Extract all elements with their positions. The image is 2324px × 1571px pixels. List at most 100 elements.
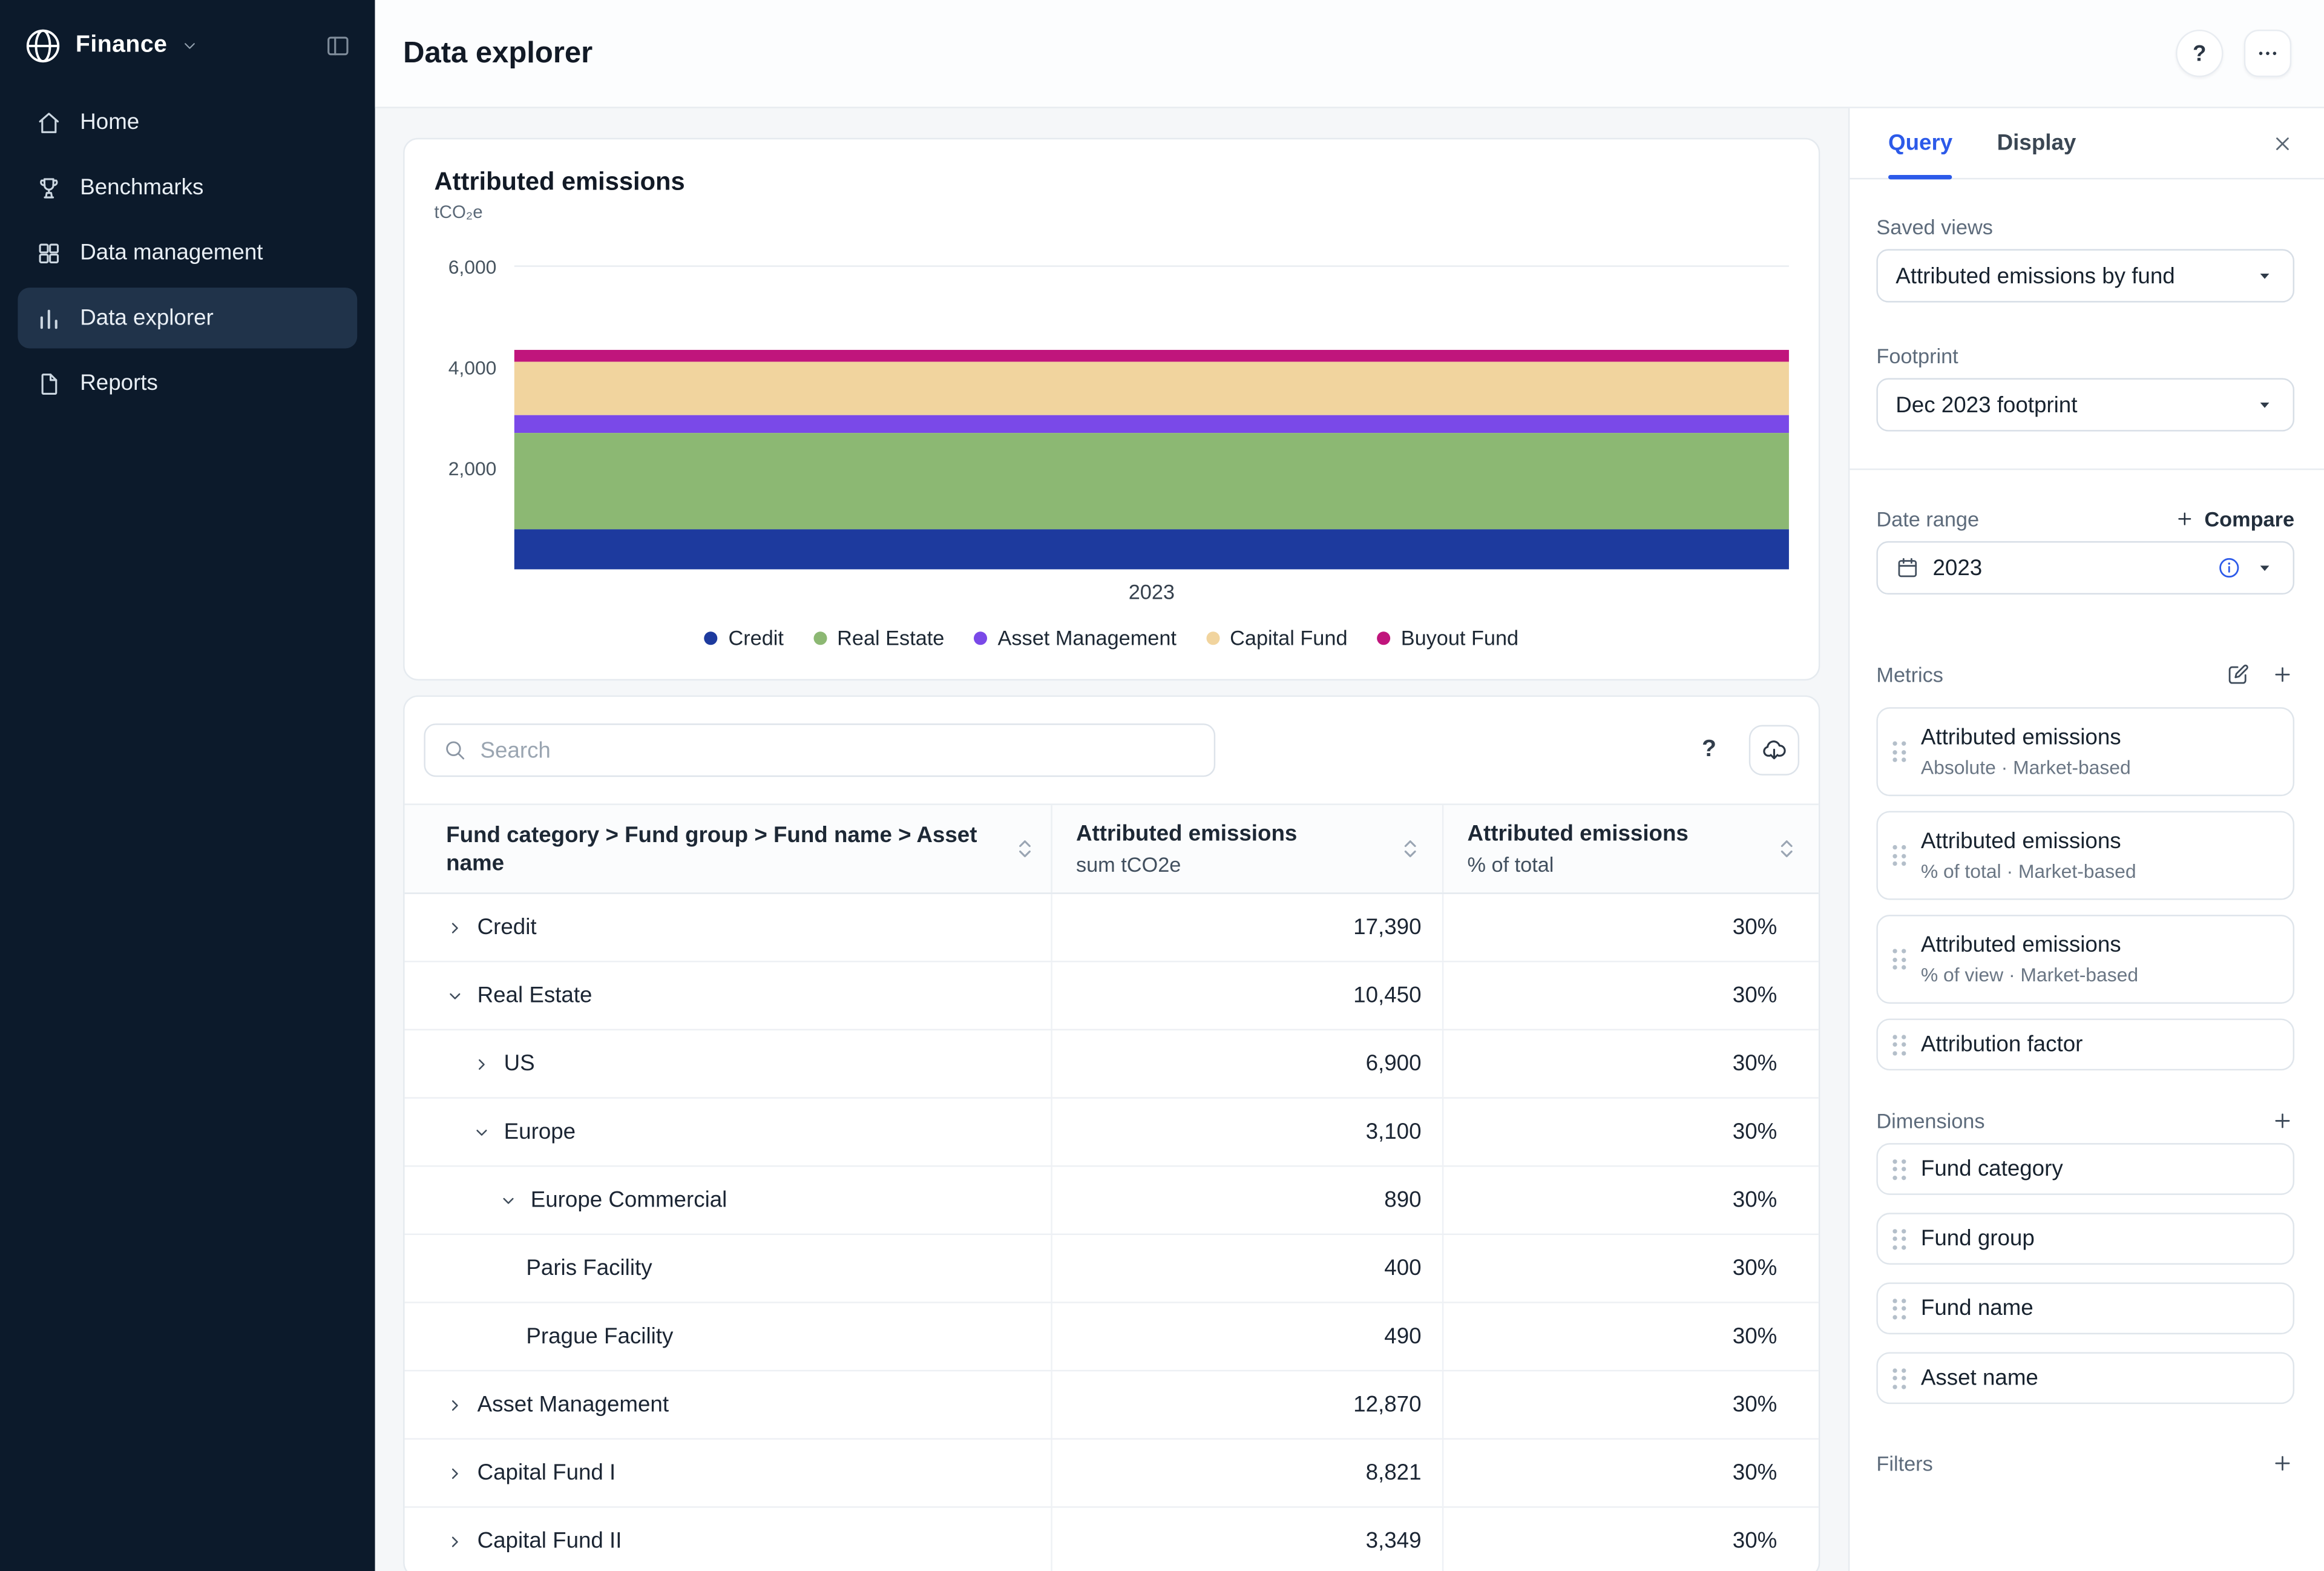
footprint-select[interactable]: Dec 2023 footprint <box>1876 378 2294 431</box>
table-row[interactable]: Credit17,39030% <box>405 894 1819 963</box>
legend-item[interactable]: Capital Fund <box>1206 625 1348 649</box>
edit-metrics-icon[interactable] <box>2226 663 2250 687</box>
add-metric-icon[interactable] <box>2271 663 2294 687</box>
table-row: Paris Facility40030% <box>405 1235 1819 1303</box>
compare-label: Compare <box>2204 507 2294 531</box>
dimension-card[interactable]: Fund name <box>1876 1282 2294 1334</box>
chevron-right-icon[interactable] <box>446 1396 464 1414</box>
dimension-card[interactable]: Fund category <box>1876 1143 2294 1195</box>
chevron-right-icon[interactable] <box>446 1532 464 1550</box>
row-value-sum: 400 <box>1051 1235 1442 1302</box>
chevron-down-icon[interactable] <box>473 1123 490 1141</box>
bar-segment-buyout-fund <box>514 350 1789 363</box>
tab-display[interactable]: Display <box>1997 108 2076 178</box>
metric-card[interactable]: Attributed emissions% of view · Market-b… <box>1876 915 2294 1004</box>
legend-item[interactable]: Real Estate <box>813 625 944 649</box>
chevron-down-icon[interactable] <box>446 987 464 1004</box>
bar-segment-real-estate <box>514 433 1789 529</box>
drag-handle-icon[interactable] <box>1892 845 1906 866</box>
table-help-button[interactable]: ? <box>1702 737 1716 763</box>
workspace-switcher[interactable]: Finance <box>0 0 375 65</box>
filters-section: Filters <box>1876 1452 2294 1475</box>
export-button[interactable] <box>1749 725 1799 776</box>
drag-handle-icon[interactable] <box>1892 1298 1906 1319</box>
sidebar-item-label: Data explorer <box>80 305 214 331</box>
table-row[interactable]: Europe Commercial89030% <box>405 1167 1819 1235</box>
table-row[interactable]: Real Estate10,45030% <box>405 962 1819 1030</box>
sort-icon[interactable] <box>1779 838 1795 860</box>
sort-icon[interactable] <box>1402 838 1419 860</box>
benchmarks-icon <box>36 174 62 201</box>
data-management-icon <box>36 240 62 266</box>
legend-item[interactable]: Credit <box>704 625 784 649</box>
date-range-select[interactable]: 2023 <box>1876 541 2294 594</box>
saved-views-select[interactable]: Attributed emissions by fund <box>1876 249 2294 302</box>
row-value-pct: 30% <box>1442 1303 1819 1370</box>
drag-handle-icon[interactable] <box>1892 1228 1906 1249</box>
drag-handle-icon[interactable] <box>1892 1034 1906 1055</box>
column-title: Fund category > Fund group > Fund name >… <box>446 821 1005 877</box>
table-row[interactable]: Asset Management12,87030% <box>405 1371 1819 1440</box>
chevron-down-icon <box>2254 265 2275 286</box>
search-input[interactable] <box>480 737 1196 763</box>
legend-item[interactable]: Asset Management <box>974 625 1177 649</box>
more-options-button[interactable] <box>2244 30 2291 77</box>
close-icon <box>2271 131 2294 155</box>
dimension-card[interactable]: Fund group <box>1876 1213 2294 1265</box>
add-dimension-icon[interactable] <box>2271 1109 2294 1133</box>
drag-handle-icon[interactable] <box>1892 741 1906 762</box>
sidebar-item-data-management[interactable]: Data management <box>18 222 357 283</box>
table-row[interactable]: Capital Fund II3,34930% <box>405 1508 1819 1571</box>
chevron-right-icon[interactable] <box>473 1055 490 1072</box>
help-button[interactable]: ? <box>2176 30 2223 77</box>
panel-body: Saved views Attributed emissions by fund… <box>1850 179 2324 1571</box>
metric-card[interactable]: Attributed emissions% of total · Market-… <box>1876 811 2294 900</box>
app-root: Finance HomeBenchmarks Data management Dat… <box>0 0 2324 1571</box>
metrics-list: Attributed emissionsAbsolute · Market-ba… <box>1876 707 2294 1070</box>
metric-card-text: Attributed emissionsAbsolute · Market-ba… <box>1921 723 2131 780</box>
info-icon[interactable] <box>2217 556 2241 579</box>
table-row[interactable]: US6,90030% <box>405 1030 1819 1099</box>
metric-card-subtitle: Absolute · Market-based <box>1921 756 2131 780</box>
chevron-down-icon[interactable] <box>499 1191 517 1209</box>
chart-unit-label: tCO₂e <box>435 202 1789 222</box>
legend-item[interactable]: Buyout Fund <box>1377 625 1519 649</box>
row-label: Credit <box>478 915 537 940</box>
search-box[interactable] <box>424 723 1215 777</box>
sidebar-item-home[interactable]: Home <box>18 92 357 153</box>
sidebar-item-label: Data management <box>80 240 263 266</box>
metric-card[interactable]: Attribution factor <box>1876 1018 2294 1070</box>
row-label: Capital Fund I <box>478 1460 616 1486</box>
column-header-pct[interactable]: Attributed emissions % of total <box>1442 805 1819 892</box>
drag-handle-icon[interactable] <box>1892 1159 1906 1179</box>
sort-icon[interactable] <box>1017 838 1033 860</box>
legend-label: Asset Management <box>998 625 1177 649</box>
table-row[interactable]: Capital Fund I8,82130% <box>405 1440 1819 1508</box>
metric-card[interactable]: Attributed emissionsAbsolute · Market-ba… <box>1876 707 2294 796</box>
metric-card-title: Attribution factor <box>1921 1030 2083 1059</box>
dimension-card[interactable]: Asset name <box>1876 1352 2294 1404</box>
metric-card-subtitle: % of total · Market-based <box>1921 860 2136 883</box>
drag-handle-icon[interactable] <box>1892 1368 1906 1388</box>
sidebar-item-reports[interactable]: Reports <box>18 353 357 413</box>
chevron-right-icon[interactable] <box>446 1464 464 1481</box>
row-value-pct: 30% <box>1442 1440 1819 1506</box>
chevron-right-icon[interactable] <box>446 918 464 936</box>
sidebar-nav: HomeBenchmarks Data management Data explor… <box>0 92 375 413</box>
row-label-cell: Capital Fund I <box>405 1440 1051 1506</box>
sidebar-collapse-button[interactable] <box>324 33 351 59</box>
compare-button[interactable]: Compare <box>2175 507 2294 531</box>
drag-handle-icon[interactable] <box>1892 949 1906 969</box>
row-label-cell: Europe <box>405 1099 1051 1165</box>
table-row[interactable]: Europe3,10030% <box>405 1099 1819 1167</box>
sidebar-item-data-explorer[interactable]: Data explorer <box>18 288 357 348</box>
metrics-label: Metrics <box>1876 663 1943 687</box>
column-header-hierarchy[interactable]: Fund category > Fund group > Fund name >… <box>405 805 1051 892</box>
tab-query[interactable]: Query <box>1888 108 1952 178</box>
sidebar-item-benchmarks[interactable]: Benchmarks <box>18 157 357 218</box>
close-panel-button[interactable] <box>2271 131 2294 155</box>
add-filter-icon[interactable] <box>2271 1452 2294 1475</box>
row-value-pct: 30% <box>1442 1030 1819 1097</box>
row-value-pct: 30% <box>1442 962 1819 1029</box>
column-header-sum[interactable]: Attributed emissions sum tCO2e <box>1051 805 1442 892</box>
